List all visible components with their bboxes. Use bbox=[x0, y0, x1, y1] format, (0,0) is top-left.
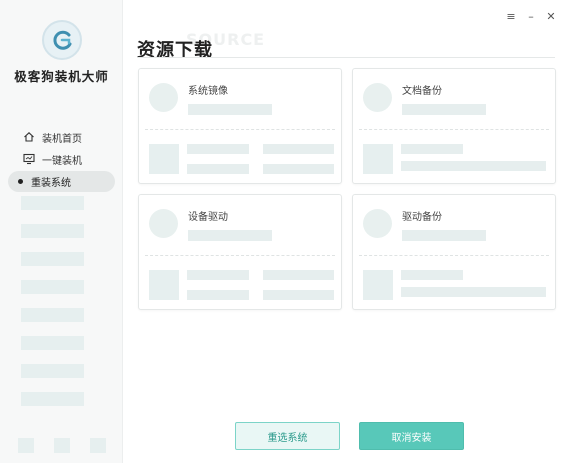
cancel-install-button[interactable]: 取消安装 bbox=[359, 422, 464, 450]
page-title: 资源下载 bbox=[137, 40, 213, 61]
placeholder-bar bbox=[401, 270, 463, 280]
card-divider bbox=[145, 129, 335, 130]
placeholder-avatar bbox=[149, 209, 178, 238]
placeholder-thumb bbox=[149, 144, 179, 174]
placeholder-bar bbox=[21, 308, 84, 322]
placeholder-thumb bbox=[363, 270, 393, 300]
sidebar-item-one-click-install[interactable]: 一键装机 bbox=[0, 148, 123, 170]
footer-placeholder-icon[interactable] bbox=[90, 438, 106, 453]
menu-icon[interactable]: ≡ bbox=[506, 10, 516, 23]
placeholder-bar bbox=[402, 104, 486, 115]
placeholder-bar bbox=[187, 270, 249, 280]
sidebar-item-label: 装机首页 bbox=[42, 133, 82, 145]
placeholder-thumb bbox=[363, 144, 393, 174]
placeholder-bar bbox=[21, 196, 84, 210]
card-label: 文档备份 bbox=[402, 86, 442, 97]
title-divider bbox=[137, 57, 555, 58]
card-label: 驱动备份 bbox=[402, 212, 442, 223]
placeholder-bar bbox=[263, 290, 334, 300]
footer-placeholder-icon[interactable] bbox=[54, 438, 70, 453]
home-icon bbox=[22, 130, 36, 144]
placeholder-bar bbox=[263, 164, 334, 174]
placeholder-bar bbox=[263, 144, 334, 154]
monitor-icon bbox=[22, 152, 36, 166]
sidebar-item-home[interactable]: 装机首页 bbox=[0, 126, 123, 148]
card-divider bbox=[359, 255, 549, 256]
footer-placeholder-icon[interactable] bbox=[18, 438, 34, 453]
placeholder-bar bbox=[402, 230, 486, 241]
placeholder-avatar bbox=[149, 83, 178, 112]
placeholder-bar bbox=[263, 270, 334, 280]
sidebar-item-label: 重装系统 bbox=[31, 178, 71, 189]
sidebar-nav: 装机首页 一键装机 重装系统 bbox=[0, 126, 123, 192]
placeholder-bar bbox=[187, 144, 249, 154]
card-label: 系统镜像 bbox=[188, 86, 228, 97]
active-dot-icon bbox=[18, 179, 23, 184]
card-divider bbox=[145, 255, 335, 256]
placeholder-bar bbox=[401, 287, 546, 297]
app-window: 极客狗装机大师 装机首页 一键装机 重装系统 ≡ – ✕ SOURCE 资源下载… bbox=[0, 0, 570, 463]
card-system-image: 系统镜像 bbox=[138, 68, 342, 184]
window-controls: ≡ – ✕ bbox=[506, 10, 556, 23]
card-label: 设备驱动 bbox=[188, 212, 228, 223]
app-name: 极客狗装机大师 bbox=[14, 69, 109, 84]
placeholder-bar bbox=[187, 164, 249, 174]
sidebar-item-reinstall-system[interactable]: 重装系统 bbox=[8, 171, 115, 192]
placeholder-bar bbox=[401, 161, 546, 171]
sidebar-footer-icons bbox=[18, 438, 106, 453]
placeholder-bar bbox=[188, 104, 272, 115]
placeholder-bar bbox=[21, 336, 84, 350]
card-divider bbox=[359, 129, 549, 130]
sidebar-item-label: 一键装机 bbox=[42, 155, 82, 167]
placeholder-avatar bbox=[363, 83, 392, 112]
placeholder-thumb bbox=[149, 270, 179, 300]
card-driver-backup: 驱动备份 bbox=[352, 194, 556, 310]
sidebar: 极客狗装机大师 装机首页 一键装机 重装系统 bbox=[0, 0, 123, 463]
placeholder-bar bbox=[21, 392, 84, 406]
placeholder-bar bbox=[188, 230, 272, 241]
placeholder-bar bbox=[187, 290, 249, 300]
placeholder-bar bbox=[21, 280, 84, 294]
placeholder-bar bbox=[21, 224, 84, 238]
card-device-driver: 设备驱动 bbox=[138, 194, 342, 310]
dog-logo-icon bbox=[53, 30, 72, 50]
placeholder-bar bbox=[401, 144, 463, 154]
placeholder-avatar bbox=[363, 209, 392, 238]
card-document-backup: 文档备份 bbox=[352, 68, 556, 184]
close-icon[interactable]: ✕ bbox=[546, 10, 556, 23]
reselect-system-button[interactable]: 重选系统 bbox=[235, 422, 340, 450]
sidebar-placeholder-list bbox=[21, 196, 84, 420]
app-logo bbox=[42, 20, 82, 60]
placeholder-bar bbox=[21, 364, 84, 378]
minimize-icon[interactable]: – bbox=[526, 10, 536, 23]
placeholder-bar bbox=[21, 252, 84, 266]
